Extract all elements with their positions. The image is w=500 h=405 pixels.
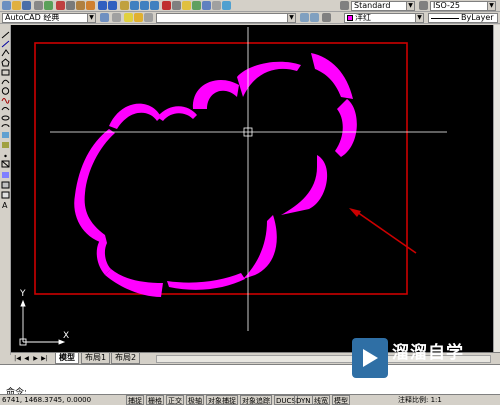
color-value: 洋红 xyxy=(355,13,371,22)
zoom-realtime-icon[interactable] xyxy=(130,1,139,10)
chevron-down-icon: ▼ xyxy=(287,14,295,22)
draw-toolbar: A xyxy=(0,25,11,355)
watermark: 溜溜自学 ZIXUE.3D66.COM xyxy=(352,338,472,386)
chevron-down-icon: ▼ xyxy=(406,2,414,10)
drawing-svg xyxy=(19,27,447,346)
design-center-icon[interactable] xyxy=(172,1,181,10)
first-tab-icon[interactable]: |◀ xyxy=(14,355,21,362)
tab-layout1[interactable]: 布局1 xyxy=(81,353,111,364)
dim-style-icon xyxy=(419,1,428,10)
annotation-arrow xyxy=(349,208,417,254)
tab-layout2[interactable]: 布局2 xyxy=(111,353,141,364)
svg-text:A: A xyxy=(2,201,8,210)
workspace-value: AutoCAD 经典 xyxy=(5,13,60,22)
zoom-previous-icon[interactable] xyxy=(150,1,159,10)
polar-toggle[interactable]: 极轴 xyxy=(186,395,204,405)
text-style-select[interactable]: Standard ▼ xyxy=(351,1,415,11)
watermark-subtitle: ZIXUE.3D66.COM xyxy=(393,364,457,372)
text-style-icon xyxy=(340,1,349,10)
layer-on-icon xyxy=(124,13,133,22)
snap-toggle[interactable]: 捕捉 xyxy=(126,395,144,405)
save-icon[interactable] xyxy=(22,1,31,10)
redo-icon[interactable] xyxy=(108,1,117,10)
chevron-down-icon: ▼ xyxy=(487,2,495,10)
ortho-toggle[interactable]: 正交 xyxy=(166,395,184,405)
workspace-select[interactable]: AutoCAD 经典 ▼ xyxy=(2,13,96,23)
prev-tab-icon[interactable]: ◀ xyxy=(23,355,30,362)
layer-lock-icon xyxy=(144,13,153,22)
help-icon[interactable] xyxy=(222,1,231,10)
tool-palettes-icon[interactable] xyxy=(182,1,191,10)
standard-toolbar: Standard ▼ ISO-25 ▼ xyxy=(0,0,500,12)
properties-icon[interactable] xyxy=(162,1,171,10)
print-icon[interactable] xyxy=(34,1,43,10)
linetype-preview xyxy=(431,18,459,19)
next-tab-icon[interactable]: ▶ xyxy=(32,355,39,362)
osnap-toggle[interactable]: 对象捕捉 xyxy=(206,395,238,405)
ucs-y-label: Y xyxy=(20,289,26,299)
annotation-scale[interactable]: 注释比例: 1:1 xyxy=(398,395,442,405)
match-properties-icon[interactable] xyxy=(86,1,95,10)
markup-icon[interactable] xyxy=(202,1,211,10)
coordinate-readout: 6741, 1468.3745, 0.0000 xyxy=(2,396,92,404)
dyn-toggle[interactable]: DYN xyxy=(294,395,313,405)
undo-icon[interactable] xyxy=(98,1,107,10)
grid-toggle[interactable]: 栅格 xyxy=(146,395,164,405)
draw-tool-icons: A xyxy=(1,31,10,210)
paste-icon[interactable] xyxy=(76,1,85,10)
vertical-scrollbar[interactable] xyxy=(493,25,500,352)
lineweight-toggle[interactable]: 线宽 xyxy=(312,395,330,405)
status-bar: 6741, 1468.3745, 0.0000 捕捉 栅格 正交 极轴 对象捕捉… xyxy=(0,394,500,405)
ucs-x-label: X xyxy=(63,331,70,341)
pan-icon[interactable] xyxy=(120,1,129,10)
chevron-down-icon: ▼ xyxy=(87,14,95,22)
layer-freeze-icon xyxy=(134,13,143,22)
linetype-select[interactable]: ByLayer xyxy=(428,13,498,23)
calculator-icon[interactable] xyxy=(212,1,221,10)
drawing-canvas[interactable]: Y X xyxy=(11,25,493,352)
otrack-toggle[interactable]: 对象追踪 xyxy=(240,395,272,405)
watermark-title: 溜溜自学 xyxy=(392,343,464,363)
sheet-set-icon[interactable] xyxy=(192,1,201,10)
model-toggle[interactable]: 模型 xyxy=(332,395,350,405)
open-file-icon[interactable] xyxy=(12,1,21,10)
chevron-down-icon: ▼ xyxy=(415,14,423,22)
layer-manager-icon[interactable] xyxy=(112,13,121,22)
workspace-settings-icon[interactable] xyxy=(100,13,109,22)
layers-toolbar: AutoCAD 经典 ▼ ▼ 洋红 ▼ ByLayer xyxy=(0,12,500,24)
ucs-icon xyxy=(19,299,66,346)
color-select[interactable]: 洋红 ▼ xyxy=(344,13,424,23)
zoom-window-icon[interactable] xyxy=(140,1,149,10)
cut-icon[interactable] xyxy=(56,1,65,10)
plot-preview-icon[interactable] xyxy=(44,1,53,10)
layer-select[interactable]: ▼ xyxy=(156,13,296,23)
text-style-value: Standard xyxy=(354,1,391,10)
watermark-logo-icon xyxy=(352,338,388,378)
tab-model[interactable]: 模型 xyxy=(55,353,79,364)
dim-style-value: ISO-25 xyxy=(433,1,461,10)
dim-style-select[interactable]: ISO-25 ▼ xyxy=(430,1,496,11)
revision-cloud xyxy=(74,53,357,297)
make-object-layer-current-icon[interactable] xyxy=(300,13,309,22)
layer-states-icon[interactable] xyxy=(322,13,331,22)
last-tab-icon[interactable]: ▶| xyxy=(41,355,48,362)
color-swatch xyxy=(347,14,353,21)
layer-previous-icon[interactable] xyxy=(310,13,319,22)
linetype-value: ByLayer xyxy=(461,13,494,22)
new-file-icon[interactable] xyxy=(2,1,11,10)
copy-icon[interactable] xyxy=(66,1,75,10)
